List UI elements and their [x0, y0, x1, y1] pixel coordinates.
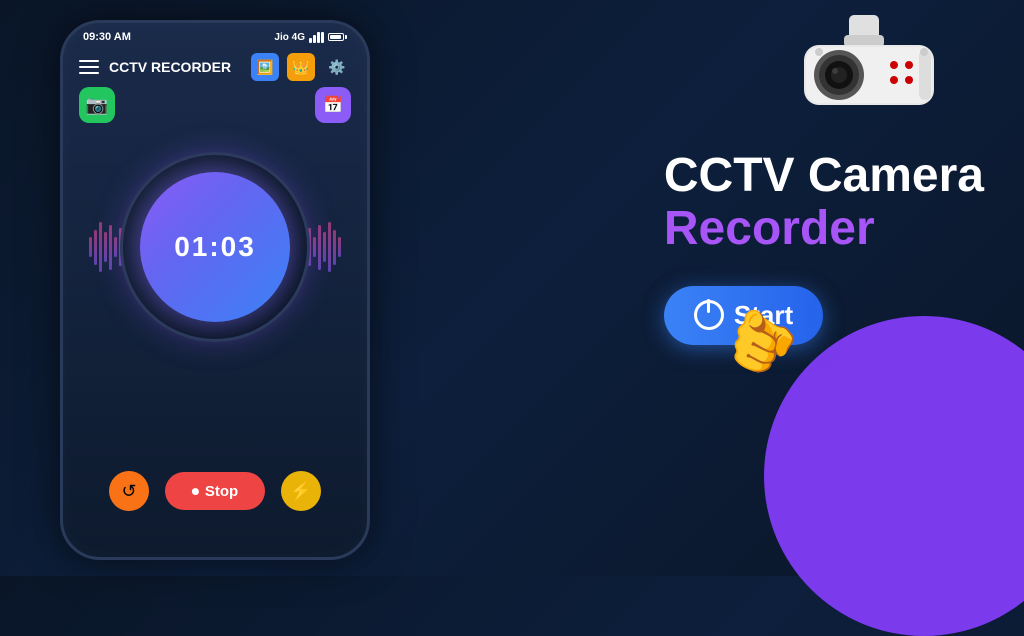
- decorative-blob: [764, 316, 1024, 636]
- stop-button[interactable]: ⏺ Stop: [165, 472, 265, 510]
- camera-float-btn[interactable]: 📷: [79, 87, 115, 123]
- right-panel: CCTV Camera Recorder Start 🫵: [664, 150, 984, 345]
- wave-right: [308, 222, 341, 272]
- camera-float-icon: 📷: [86, 95, 108, 116]
- refresh-button[interactable]: ↺: [109, 471, 149, 511]
- timer-display: 01:03: [174, 231, 256, 263]
- app-title: CCTV RECORDER: [109, 59, 241, 75]
- title-line1: CCTV Camera: [664, 150, 984, 203]
- camera-illustration: [764, 10, 964, 150]
- battery-icon: [328, 33, 347, 41]
- schedule-float-btn[interactable]: 📅: [315, 87, 351, 123]
- status-bar: 09:30 AM Jio 4G: [63, 23, 367, 47]
- flash-icon: ⚡: [290, 481, 312, 502]
- header-icons: 🖼️ 👑 ⚙️: [251, 53, 351, 81]
- stop-label: Stop: [205, 483, 238, 500]
- crown-icon: 👑: [292, 59, 309, 76]
- controls-bar: ↺ ⏺ Stop ⚡: [63, 471, 367, 511]
- status-right: Jio 4G: [274, 32, 347, 43]
- settings-icon-btn[interactable]: ⚙️: [323, 53, 351, 81]
- app-header: CCTV RECORDER 🖼️ 👑 ⚙️: [63, 47, 367, 87]
- timer-outer-circle: 01:03: [120, 152, 310, 342]
- flash-button[interactable]: ⚡: [281, 471, 321, 511]
- crown-icon-btn[interactable]: 👑: [287, 53, 315, 81]
- stop-record-icon: ⏺: [192, 483, 199, 500]
- wave-left: [89, 222, 122, 272]
- start-button[interactable]: Start 🫵: [664, 286, 823, 345]
- phone-content: 📷 📅: [63, 87, 367, 541]
- gallery-icon: 🖼️: [256, 59, 273, 76]
- hamburger-icon[interactable]: [79, 60, 99, 74]
- signal-icon: [309, 32, 324, 43]
- timer-inner-circle: 01:03: [140, 172, 290, 322]
- title-line2: Recorder: [664, 203, 984, 256]
- timer-area: 01:03: [79, 152, 351, 342]
- schedule-float-icon: 📅: [323, 95, 343, 115]
- gallery-icon-btn[interactable]: 🖼️: [251, 53, 279, 81]
- settings-icon: ⚙️: [328, 59, 345, 76]
- status-time: 09:30 AM: [83, 31, 131, 43]
- phone-mockup: 09:30 AM Jio 4G CCTV RECORDER: [60, 20, 370, 560]
- carrier-label: Jio 4G: [274, 32, 305, 43]
- hand-pointer-icon: 🫵: [714, 293, 808, 385]
- refresh-icon: ↺: [121, 481, 136, 502]
